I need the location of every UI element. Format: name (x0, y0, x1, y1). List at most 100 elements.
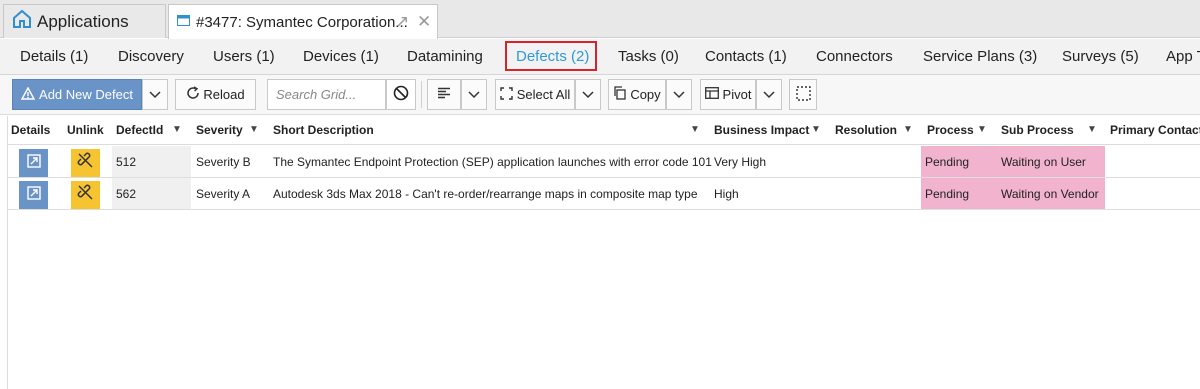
cell-short-description: Autodesk 3ds Max 2018 - Can't re-order/r… (273, 186, 698, 201)
tab-users[interactable]: Users (1) (213, 48, 275, 65)
reload-button[interactable]: Reload (175, 79, 256, 110)
chevron-down-icon (763, 87, 775, 102)
col-process[interactable]: Process (927, 123, 974, 137)
grid-left-edge (0, 116, 8, 389)
tab-applications[interactable]: Applications (3, 4, 166, 38)
cell-process: Pending (921, 146, 997, 177)
tab-service-plans[interactable]: Service Plans (3) (923, 48, 1037, 65)
table-row[interactable]: 562 Severity A Autodesk 3ds Max 2018 - C… (8, 178, 1200, 210)
open-details-icon (26, 185, 41, 205)
window-icon (177, 13, 190, 31)
cell-defectid: 562 (112, 178, 191, 209)
unlink-button[interactable] (71, 149, 100, 177)
app-window: Applications #3477: Symantec Corporation… (0, 0, 1200, 389)
table-icon (704, 87, 719, 102)
toolbar: Add New Defect Reload Search Grid... Sel… (0, 75, 1200, 115)
unlink-icon (77, 184, 94, 206)
col-resolution[interactable]: Resolution (835, 123, 897, 137)
cell-business-impact: Very High (714, 154, 767, 169)
reload-label: Reload (203, 87, 245, 102)
copy-button[interactable]: Copy (608, 79, 666, 110)
close-icon[interactable]: ✕ (417, 13, 431, 31)
tab-surveys[interactable]: Surveys (5) (1062, 48, 1139, 65)
cell-resolution (831, 178, 921, 209)
filter-icon[interactable]: ▼ (690, 124, 700, 135)
popout-icon[interactable]: ↗ (395, 13, 409, 31)
tab-details[interactable]: Details (1) (20, 48, 88, 65)
search-grid-input[interactable]: Search Grid... (267, 79, 386, 110)
col-primary-contact[interactable]: Primary Contact (1110, 123, 1200, 137)
filter-icon[interactable]: ▼ (903, 124, 913, 135)
details-button[interactable] (19, 181, 48, 209)
window-tab-bar: Applications #3477: Symantec Corporation… (0, 0, 1200, 39)
details-button[interactable] (19, 149, 48, 177)
unlink-icon (77, 152, 94, 174)
cell-defectid: 512 (112, 146, 191, 177)
unlink-button[interactable] (71, 181, 100, 209)
add-dropdown-button[interactable] (142, 79, 168, 110)
chevron-down-icon (468, 87, 480, 102)
table-row[interactable]: 512 Severity B The Symantec Endpoint Pro… (8, 146, 1200, 178)
section-tab-bar: Details (1) Discovery Users (1) Devices … (0, 39, 1200, 75)
copy-dropdown-button[interactable] (666, 79, 692, 110)
filter-icon[interactable]: ▼ (1087, 124, 1097, 135)
cell-severity: Severity B (196, 154, 251, 169)
select-all-label: Select All (516, 87, 571, 102)
dotted-select-icon (795, 85, 811, 104)
cell-primary-contact (1106, 146, 1200, 177)
filter-icon[interactable]: ▼ (977, 124, 987, 135)
align-left-icon (437, 87, 451, 102)
chevron-down-icon (673, 87, 685, 102)
cell-sub-process: Waiting on Vendor (997, 178, 1105, 209)
cell-resolution (831, 146, 921, 177)
home-icon (12, 9, 32, 34)
copy-icon (613, 86, 626, 103)
reload-icon (186, 86, 200, 103)
pivot-dropdown-button[interactable] (756, 79, 782, 110)
col-sub-process[interactable]: Sub Process (1001, 123, 1074, 137)
tab-discovery[interactable]: Discovery (118, 48, 184, 65)
cell-short-description: The Symantec Endpoint Protection (SEP) a… (273, 154, 712, 169)
warning-icon (20, 86, 36, 103)
tab-document[interactable]: #3477: Symantec Corporation... ↗ ✕ (168, 4, 438, 39)
filter-icon[interactable]: ▼ (811, 124, 821, 135)
tab-app-t[interactable]: App T (1166, 48, 1200, 65)
align-button[interactable] (427, 79, 461, 110)
tab-datamining[interactable]: Datamining (407, 48, 483, 65)
pivot-button[interactable]: Pivot (700, 79, 756, 110)
toolbar-divider (421, 81, 422, 108)
tab-connectors[interactable]: Connectors (816, 48, 893, 65)
block-icon (393, 85, 409, 104)
cell-business-impact: High (714, 186, 739, 201)
filter-icon[interactable]: ▼ (172, 124, 182, 135)
col-severity[interactable]: Severity (196, 123, 243, 137)
cell-sub-process: Waiting on User (997, 146, 1105, 177)
col-business-impact[interactable]: Business Impact (714, 123, 809, 137)
tab-applications-label: Applications (37, 11, 129, 31)
align-dropdown-button[interactable] (461, 79, 487, 110)
cell-primary-contact (1106, 178, 1200, 209)
tab-defects[interactable]: Defects (2) (516, 48, 589, 65)
add-new-defect-button[interactable]: Add New Defect (12, 79, 142, 110)
select-all-button[interactable]: Select All (495, 79, 575, 110)
add-new-defect-label: Add New Defect (39, 87, 133, 102)
filter-icon[interactable]: ▼ (249, 124, 259, 135)
chevron-down-icon (582, 87, 594, 102)
pivot-label: Pivot (722, 87, 752, 102)
col-short-description[interactable]: Short Description (273, 123, 374, 137)
copy-label: Copy (630, 87, 661, 102)
open-details-icon (26, 153, 41, 173)
chevron-down-icon (149, 87, 161, 102)
tab-devices[interactable]: Devices (1) (303, 48, 379, 65)
cell-process: Pending (921, 178, 997, 209)
grid-header: Details Unlink DefectId ▼ Severity ▼ Sho… (0, 116, 1200, 145)
tab-tasks[interactable]: Tasks (0) (618, 48, 679, 65)
col-details: Details (11, 123, 51, 137)
selection-mode-button[interactable] (789, 79, 817, 110)
col-defectid[interactable]: DefectId (116, 123, 163, 137)
clear-search-button[interactable] (386, 79, 416, 110)
tab-document-label: #3477: Symantec Corporation... (196, 13, 408, 31)
select-all-dropdown-button[interactable] (575, 79, 601, 110)
tab-contacts[interactable]: Contacts (1) (705, 48, 787, 65)
select-all-icon (500, 86, 513, 103)
